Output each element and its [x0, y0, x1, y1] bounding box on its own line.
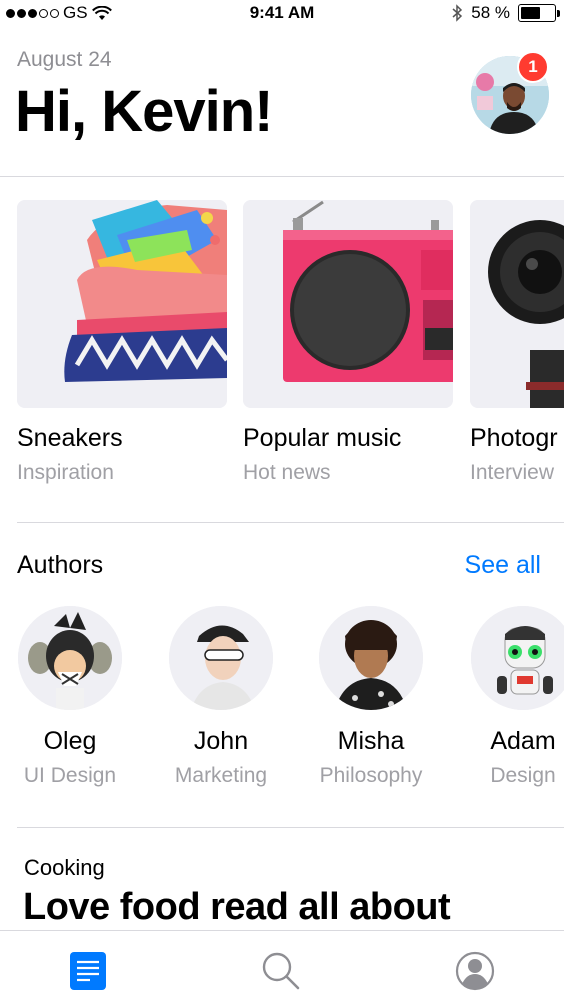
tab-bar [0, 930, 564, 1004]
search-icon [262, 952, 300, 990]
greeting-title: Hi, Kevin! [15, 79, 273, 144]
profile-avatar-button[interactable]: 1 [471, 51, 549, 134]
card-sneakers[interactable]: Sneakers Inspiration [17, 200, 227, 485]
author-role: UI Design [23, 764, 117, 787]
author-role: Philosophy [319, 764, 423, 787]
author-role: Marketing [174, 764, 268, 787]
card-subtitle: Inspiration [17, 461, 114, 484]
authors-heading: Authors [17, 551, 104, 579]
authors-carousel[interactable]: Oleg UI Design John Marketing Misha Phil… [0, 606, 564, 796]
author-oleg[interactable]: Oleg UI Design [0, 606, 145, 788]
tab-feed[interactable] [68, 951, 108, 991]
notification-badge: 1 [517, 51, 549, 83]
author-name: John [193, 727, 249, 755]
author-avatar [169, 606, 273, 710]
author-avatar [18, 606, 122, 710]
tab-profile[interactable] [455, 951, 495, 991]
authors-divider [17, 827, 564, 828]
card-title: Photogr [470, 424, 558, 452]
date-label: August 24 [17, 48, 112, 71]
card-title: Popular music [243, 424, 402, 452]
cards-divider [17, 522, 564, 523]
tab-search[interactable] [261, 951, 301, 991]
author-name: Oleg [43, 727, 97, 755]
profile-icon [455, 951, 495, 991]
author-john[interactable]: John Marketing [146, 606, 296, 788]
author-avatar [319, 606, 423, 710]
author-misha[interactable]: Misha Philosophy [296, 606, 446, 788]
card-popular-music[interactable]: Popular music Hot news [243, 200, 453, 485]
radio-image [243, 200, 453, 408]
article-category: Cooking [24, 855, 105, 880]
card-subtitle: Hot news [243, 461, 331, 484]
document-icon [70, 952, 106, 990]
sneaker-image [17, 200, 227, 408]
bluetooth-icon [452, 4, 463, 22]
card-photography[interactable]: Photogr Interview [470, 200, 564, 485]
battery-icon [518, 4, 560, 22]
author-role: Design [490, 764, 556, 787]
status-right: 58 % [452, 3, 560, 23]
author-avatar [471, 606, 564, 710]
author-adam[interactable]: Adam Design [448, 606, 564, 788]
featured-cards-carousel[interactable]: Sneakers Inspiration Popular music Hot n… [0, 200, 564, 500]
see-all-link[interactable]: See all [465, 551, 541, 580]
status-bar: GS 9:41 AM 58 % [0, 0, 564, 30]
card-title: Sneakers [17, 424, 123, 452]
author-name: Adam [490, 727, 556, 755]
article-title[interactable]: Love food read all about [23, 886, 451, 929]
author-name: Misha [337, 727, 405, 755]
camera-image [470, 200, 564, 408]
card-subtitle: Interview [470, 461, 555, 484]
header-divider [0, 176, 564, 177]
battery-percentage: 58 % [471, 3, 510, 22]
